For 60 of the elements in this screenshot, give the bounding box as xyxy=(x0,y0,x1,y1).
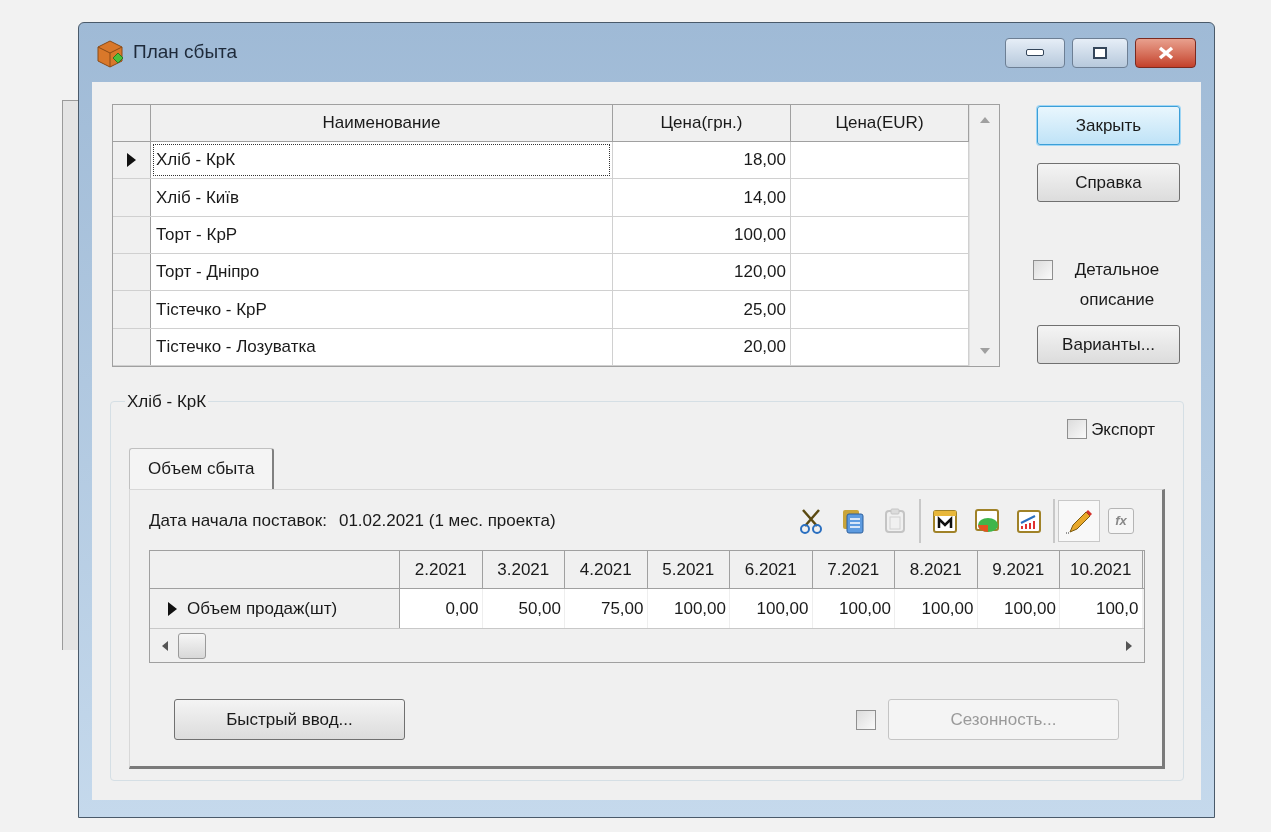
table-cell-text: Тістечко - Лозуватка xyxy=(155,336,317,359)
close-icon xyxy=(1156,45,1175,60)
table-cell-text: 100,00 xyxy=(756,597,809,620)
checkbox-label[interactable]: Экспорт xyxy=(1091,416,1155,442)
minimize-button[interactable] xyxy=(1005,37,1065,68)
scroll-thumb[interactable] xyxy=(178,632,206,659)
table-cell-text: Тістечко - КрР xyxy=(155,298,268,321)
scroll-right-icon[interactable] xyxy=(1126,640,1132,651)
table-cell-text: 20,00 xyxy=(743,336,786,359)
table-cell-text: 14,00 xyxy=(743,186,786,209)
table-cell-text: 100,00 xyxy=(921,597,974,620)
column-header[interactable]: Цена(грн.) xyxy=(613,105,791,141)
dialog-button[interactable]: Справка xyxy=(1037,163,1180,202)
table-cell-text: 100,00 xyxy=(734,224,786,246)
window-title: План сбыта xyxy=(133,40,238,65)
row-indicator[interactable] xyxy=(113,141,151,179)
variants-button[interactable]: Варианты... xyxy=(1037,325,1180,364)
column-header[interactable]: 10.2021 xyxy=(1060,551,1143,588)
table-cell-text: 100,0 xyxy=(1095,597,1139,620)
pencil-icon[interactable] xyxy=(1058,500,1100,542)
group-title: Хліб - КрК xyxy=(126,391,208,413)
checkbox[interactable] xyxy=(1033,260,1053,280)
table-cell-text: 50,00 xyxy=(518,597,561,620)
column-header[interactable]: 9.2021 xyxy=(977,551,1060,588)
current-row-icon xyxy=(168,601,177,616)
column-header[interactable]: 5.2021 xyxy=(647,551,730,588)
vertical-scrollbar[interactable] xyxy=(969,105,999,366)
column-header[interactable]: 4.2021 xyxy=(565,551,648,588)
start-date-label: Дата начала поставок: xyxy=(149,510,327,533)
table-cell-text: 75,00 xyxy=(600,597,644,620)
column-header[interactable]: 6.2021 xyxy=(730,551,813,588)
close-button[interactable] xyxy=(1135,37,1196,68)
tab[interactable]: Объем сбыта xyxy=(129,448,275,489)
dialog-button[interactable]: Закрыть xyxy=(1037,106,1180,145)
scroll-up-icon[interactable] xyxy=(979,117,990,123)
checkbox[interactable] xyxy=(1067,419,1088,440)
table-cell: Хліб - КрК xyxy=(153,143,610,177)
scroll-left-icon[interactable] xyxy=(162,640,168,651)
scroll-down-icon[interactable] xyxy=(979,348,990,354)
table-cell-text: 100,00 xyxy=(674,597,726,620)
column-header[interactable]: 3.2021 xyxy=(482,551,565,588)
column-header[interactable]: 7.2021 xyxy=(812,551,895,588)
table-cell-text: Торт - Дніпро xyxy=(155,261,261,284)
table-cell-text: 25,00 xyxy=(743,298,786,321)
checkbox[interactable] xyxy=(856,709,876,730)
table-cell-text: 100,00 xyxy=(839,597,891,620)
table-cell-text: 120,00 xyxy=(734,261,786,284)
start-date-value: 01.02.2021 (1 мес. проекта) xyxy=(338,510,556,533)
quick-entry-button[interactable]: Быстрый ввод... xyxy=(174,699,405,740)
column-header[interactable]: 8.2021 xyxy=(895,551,978,588)
column-header[interactable]: Наименование xyxy=(151,105,613,141)
table-cell-text: 100,00 xyxy=(1004,597,1056,620)
table-cell-text: 18,00 xyxy=(743,149,786,172)
column-header[interactable]: 2.2021 xyxy=(400,551,483,588)
checkbox-label[interactable]: Детальное описание xyxy=(1057,255,1177,315)
table-cell-text: 0,00 xyxy=(445,597,479,620)
maximize-button[interactable] xyxy=(1072,37,1128,68)
current-row-icon xyxy=(127,153,136,168)
table-cell-text: Хліб - Київ xyxy=(155,186,241,209)
table-cell-text: Торт - КрР xyxy=(155,224,239,246)
